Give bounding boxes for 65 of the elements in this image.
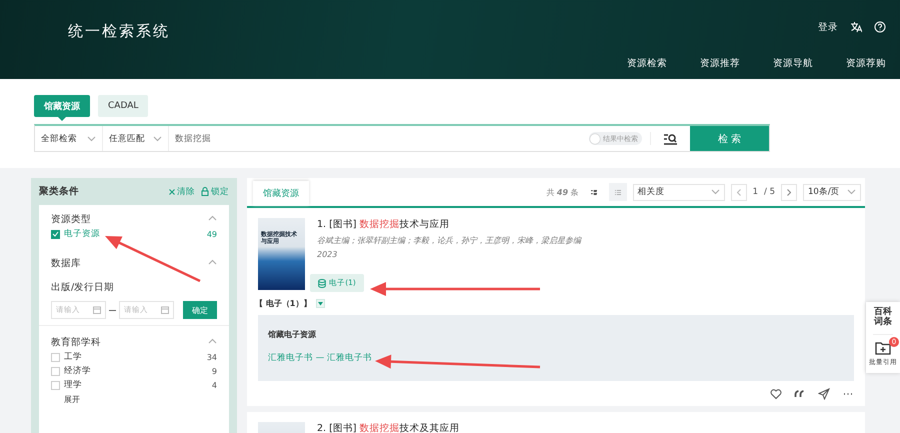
card-view-icon bbox=[590, 188, 597, 196]
filter-group-title: 出版/发行日期 bbox=[51, 280, 114, 294]
list-view-icon bbox=[614, 188, 621, 196]
send-icon[interactable] bbox=[818, 388, 830, 400]
results-tab[interactable]: 馆藏资源 bbox=[253, 181, 309, 206]
nav-link[interactable]: 资源推荐 bbox=[700, 57, 740, 70]
calendar-icon bbox=[92, 306, 101, 314]
filter-group-title: 教育部学科 bbox=[51, 336, 101, 348]
chevron-icon bbox=[710, 189, 720, 195]
filter-option[interactable]: 工学 bbox=[64, 351, 207, 363]
sort-select[interactable]: 相关度 bbox=[632, 184, 725, 200]
nav-link[interactable]: 资源检索 bbox=[627, 57, 667, 70]
help-icon[interactable] bbox=[874, 21, 886, 33]
result-title[interactable]: 2. [图书] 数据挖掘技术及其应用 bbox=[317, 422, 460, 433]
filter-title: 聚类条件 bbox=[39, 185, 79, 198]
result-title[interactable]: 1. [图书] 数据挖掘技术与应用 bbox=[317, 218, 581, 231]
quote-icon[interactable] bbox=[794, 388, 806, 400]
source-tab[interactable]: CADAL bbox=[98, 95, 148, 117]
option-count: 49 bbox=[206, 230, 217, 238]
result-year: 2023 bbox=[317, 250, 338, 259]
chevron-icon bbox=[847, 189, 856, 195]
filter-group-title: 资源类型 bbox=[51, 212, 91, 226]
advanced-search-icon bbox=[663, 132, 678, 144]
nav-link[interactable]: 资源荐购 bbox=[846, 57, 886, 70]
holdings-source: 馆藏电子资源 bbox=[268, 329, 317, 340]
option-count: 9 bbox=[212, 366, 217, 376]
collapse-icon bbox=[208, 259, 217, 265]
filter-option[interactable]: 经济学 bbox=[64, 365, 212, 377]
holdings-toggle[interactable] bbox=[316, 299, 326, 308]
chevron-icon bbox=[87, 136, 96, 142]
heart-icon[interactable] bbox=[770, 388, 782, 400]
scope-select[interactable]: 全部检索 bbox=[35, 126, 103, 151]
checkbox[interactable] bbox=[51, 352, 60, 362]
filter-option[interactable]: 理学 bbox=[64, 379, 212, 391]
close-icon bbox=[169, 188, 175, 194]
page-size-select[interactable]: 10条/页 bbox=[803, 184, 861, 200]
result-total: 共 49 条 bbox=[546, 186, 579, 198]
calendar-icon bbox=[160, 306, 169, 314]
chevron-icon bbox=[153, 136, 162, 142]
holdings-heading: 【 电子（1）】 bbox=[255, 298, 312, 309]
translate-icon[interactable] bbox=[850, 21, 862, 33]
collapse-icon bbox=[208, 338, 217, 344]
filter-option[interactable]: 电子资源 bbox=[64, 228, 207, 240]
option-count: 4 bbox=[212, 380, 217, 390]
page-total: / 5 bbox=[764, 187, 775, 197]
expand-link[interactable]: 展开 bbox=[51, 394, 80, 404]
checkbox[interactable] bbox=[51, 380, 60, 390]
result-authors: 谷斌主编；张翠轩副主编；李毅，论兵，孙宁，王彦明，宋峰，梁启星参编 bbox=[317, 235, 581, 246]
filter-group-title: 数据库 bbox=[51, 256, 81, 270]
option-count: 34 bbox=[206, 352, 217, 362]
encyclopedia-button[interactable]: 百科词条 bbox=[873, 302, 893, 335]
page-number[interactable]: 1 bbox=[752, 187, 758, 197]
caret-icon bbox=[318, 302, 324, 306]
chevron-right-icon bbox=[787, 188, 791, 196]
view-toggle[interactable] bbox=[608, 183, 627, 201]
nav-link[interactable]: 资源导航 bbox=[773, 57, 813, 70]
lock-icon bbox=[201, 187, 209, 196]
checkbox[interactable] bbox=[51, 366, 60, 376]
collapse-icon bbox=[208, 215, 217, 221]
login-link[interactable]: 登录 bbox=[818, 20, 838, 34]
chevron-left-icon bbox=[736, 188, 741, 196]
site-title: 统一检索系统 bbox=[68, 22, 170, 42]
checkbox[interactable] bbox=[51, 230, 60, 238]
next-page-button[interactable] bbox=[781, 184, 797, 200]
add-folder-icon[interactable] bbox=[875, 340, 891, 355]
